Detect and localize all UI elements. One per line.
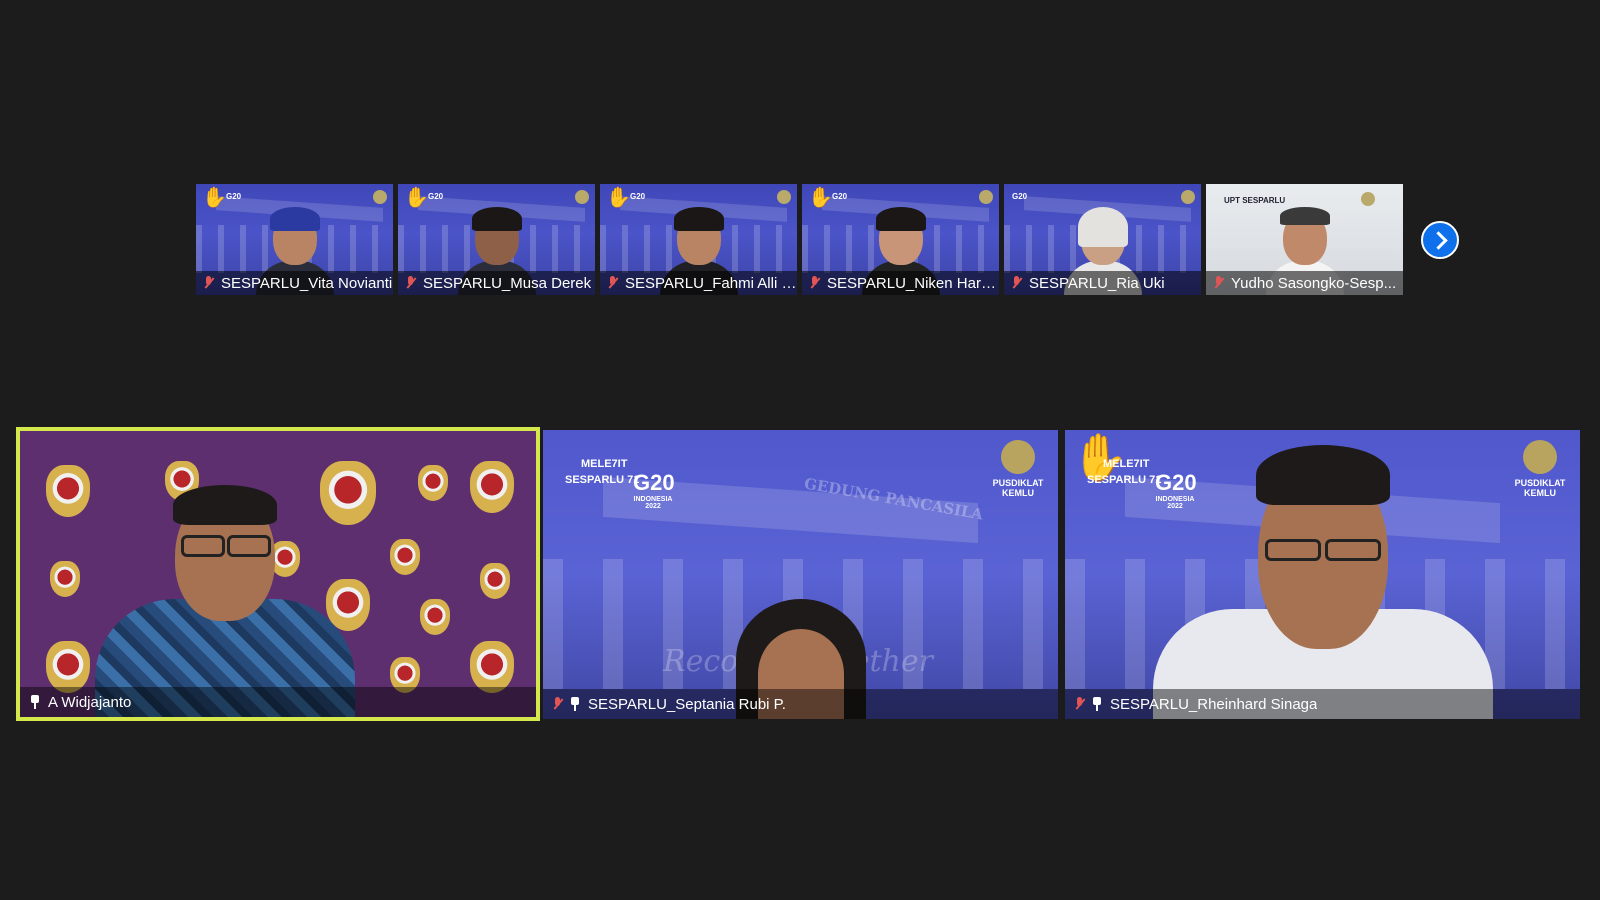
sesparlu-71-logo: SESPARLU 71: [565, 474, 640, 486]
speaker-video: [95, 477, 355, 717]
participant-name-bar: SESPARLU_Fahmi Alli S...: [600, 271, 797, 295]
emblem-icon: [390, 539, 420, 575]
sesparlu-71-logo: SESPARLU 71: [1087, 474, 1162, 486]
emblem-icon: [470, 461, 514, 513]
participant-name: SESPARLU_Niken Hard...: [827, 274, 999, 292]
mele7it-logo: MELE7IT: [581, 458, 628, 470]
emblem-icon: [46, 641, 90, 693]
participant-name: SESPARLU_Ria Uki: [1029, 274, 1165, 292]
participant-video: [1152, 439, 1493, 719]
participant-thumbnail[interactable]: ✋ G20 SESPARLU_Musa Derek: [398, 184, 595, 295]
pusdiklat-emblem-icon: [1181, 190, 1195, 204]
participant-name-bar: A Widjajanto: [20, 687, 536, 717]
pusdiklat-logo: PUSDIKLAT KEMLU: [988, 440, 1048, 498]
muted-mic-icon: [810, 276, 819, 290]
participant-name-bar: SESPARLU_Ria Uki: [1004, 271, 1201, 295]
participant-name: SESPARLU_Rheinhard Sinaga: [1110, 695, 1318, 713]
participant-name-bar: SESPARLU_Musa Derek: [398, 271, 595, 295]
muted-mic-icon: [608, 276, 617, 290]
pin-icon: [30, 695, 40, 709]
next-page-button[interactable]: [1421, 221, 1459, 259]
pusdiklat-emblem-icon: [1523, 440, 1557, 474]
indonesia-2022-label: INDONESIA 2022: [633, 496, 673, 510]
pin-icon: [1092, 697, 1102, 711]
emblem-icon: [470, 641, 514, 693]
muted-mic-icon: [204, 276, 213, 290]
g20-logo: G20: [832, 192, 848, 201]
participant-name: A Widjajanto: [48, 693, 132, 711]
emblem-icon: [50, 561, 80, 597]
muted-mic-icon: [1075, 697, 1084, 711]
pusdiklat-emblem-icon: [979, 190, 993, 204]
participant-name: SESPARLU_Vita Novianti: [221, 274, 393, 292]
raised-hand-icon: ✋: [808, 187, 833, 209]
muted-mic-icon: [553, 697, 562, 711]
pusdiklat-emblem-icon: [1361, 192, 1375, 206]
raised-hand-icon: ✋: [606, 187, 631, 209]
participant-name-bar: SESPARLU_Niken Hard...: [802, 271, 999, 295]
participant-video-tile[interactable]: ✋ MELE7IT SESPARLU 71 G20 INDONESIA 2022…: [1065, 430, 1580, 719]
muted-mic-icon: [1214, 276, 1223, 290]
participant-name-bar: SESPARLU_Vita Novianti: [196, 271, 393, 295]
participant-name-bar: SESPARLU_Septania Rubi P.: [543, 689, 1058, 719]
pusdiklat-label: PUSDIKLAT KEMLU: [992, 478, 1044, 498]
participant-name: SESPARLU_Septania Rubi P.: [588, 695, 786, 713]
participant-name-bar: Yudho Sasongko-Sesp...: [1206, 271, 1403, 295]
pusdiklat-label: PUSDIKLAT KEMLU: [1514, 478, 1566, 498]
participant-name-bar: SESPARLU_Rheinhard Sinaga: [1065, 689, 1580, 719]
pusdiklat-emblem-icon: [575, 190, 589, 204]
muted-mic-icon: [1012, 276, 1021, 290]
participant-name: SESPARLU_Fahmi Alli S...: [625, 274, 797, 292]
g20-logo: G20: [1012, 192, 1028, 201]
participant-name: SESPARLU_Musa Derek: [423, 274, 592, 292]
pin-icon: [570, 697, 580, 711]
emblem-icon: [418, 465, 448, 501]
participant-thumbnail[interactable]: G20 SESPARLU_Ria Uki: [1004, 184, 1201, 295]
upt-sesparlu-logo: UPT SESPARLU: [1224, 196, 1286, 205]
emblem-icon: [46, 465, 90, 517]
mele7it-logo: MELE7IT: [1103, 458, 1150, 470]
participant-thumbnail[interactable]: ✋ G20 SESPARLU_Vita Novianti: [196, 184, 393, 295]
pusdiklat-emblem-icon: [373, 190, 387, 204]
emblem-icon: [480, 563, 510, 599]
raised-hand-icon: ✋: [404, 187, 429, 209]
active-speaker-tile[interactable]: A Widjajanto: [16, 427, 540, 721]
participant-thumbnail[interactable]: ✋ G20 SESPARLU_Niken Hard...: [802, 184, 999, 295]
muted-mic-icon: [406, 276, 415, 290]
participant-video-tile[interactable]: MELE7IT SESPARLU 71 G20 INDONESIA 2022 P…: [543, 430, 1058, 719]
g20-logo: G20: [633, 470, 675, 495]
pusdiklat-emblem-icon: [777, 190, 791, 204]
g20-logo: G20: [428, 192, 444, 201]
participant-thumbnail[interactable]: UPT SESPARLU Yudho Sasongko-Sesp...: [1206, 184, 1403, 295]
participant-thumbnail[interactable]: ✋ G20 SESPARLU_Fahmi Alli S...: [600, 184, 797, 295]
raised-hand-icon: ✋: [202, 187, 227, 209]
chevron-right-icon: [1428, 230, 1448, 250]
g20-logo: G20: [226, 192, 242, 201]
participant-name: Yudho Sasongko-Sesp...: [1231, 274, 1397, 292]
pusdiklat-logo: PUSDIKLAT KEMLU: [1510, 440, 1570, 498]
pusdiklat-emblem-icon: [1001, 440, 1035, 474]
emblem-icon: [420, 599, 450, 635]
g20-logo: G20: [630, 192, 646, 201]
